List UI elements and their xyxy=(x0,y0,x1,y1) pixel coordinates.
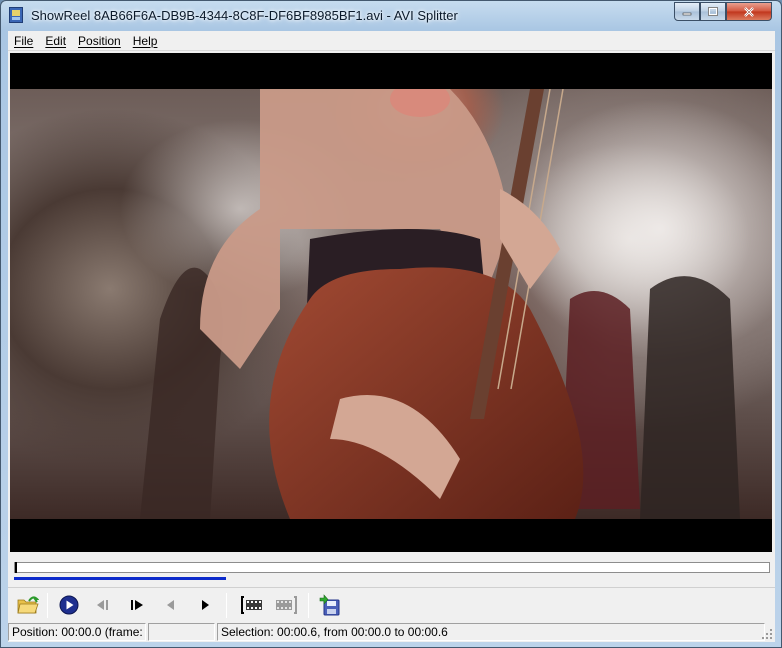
app-film-icon xyxy=(9,7,23,23)
mark-out-icon xyxy=(276,596,297,614)
previous-frame-icon xyxy=(97,600,108,610)
next-frame-button[interactable] xyxy=(125,593,149,617)
close-icon xyxy=(744,6,754,17)
window-title: ShowReel 8AB66F6A-DB9B-4344-8C8F-DF6BF89… xyxy=(31,8,458,23)
menu-bar: File Edit Position Help xyxy=(8,31,775,51)
toolbar xyxy=(12,590,772,620)
separator xyxy=(8,587,775,588)
toolbar-separator xyxy=(308,593,309,618)
save-selection-icon xyxy=(319,594,340,616)
app-window: ShowReel 8AB66F6A-DB9B-4344-8C8F-DF6BF89… xyxy=(0,0,782,648)
step-back-button[interactable] xyxy=(159,593,183,617)
minimize-icon xyxy=(682,12,692,15)
open-folder-icon xyxy=(17,596,39,614)
status-position: Position: 00:00.0 (frame: 0 xyxy=(8,623,146,641)
save-selection-button[interactable] xyxy=(318,593,342,617)
maximize-icon xyxy=(708,7,718,16)
menu-file[interactable]: File xyxy=(8,31,39,51)
step-back-icon xyxy=(167,600,174,610)
mark-in-icon xyxy=(241,596,262,614)
toolbar-separator xyxy=(226,593,227,618)
position-thumb[interactable] xyxy=(15,562,17,573)
menu-edit[interactable]: Edit xyxy=(39,31,72,51)
selection-range-bar xyxy=(14,577,226,580)
step-forward-button[interactable] xyxy=(193,593,217,617)
maximize-button[interactable] xyxy=(700,2,726,21)
title-bar[interactable]: ShowReel 8AB66F6A-DB9B-4344-8C8F-DF6BF89… xyxy=(1,1,781,31)
status-bar: Position: 00:00.0 (frame: 0 Selection: 0… xyxy=(8,622,775,642)
menu-help[interactable]: Help xyxy=(127,31,164,51)
video-display xyxy=(10,53,772,552)
client-area: Position: 00:00.0 (frame: 0 Selection: 0… xyxy=(8,51,775,642)
next-frame-icon xyxy=(131,600,143,610)
menu-position[interactable]: Position xyxy=(72,31,127,51)
status-middle xyxy=(148,623,215,641)
position-trackbar[interactable] xyxy=(14,562,770,573)
previous-frame-button[interactable] xyxy=(91,593,115,617)
play-button[interactable] xyxy=(57,593,81,617)
resize-grip-icon[interactable] xyxy=(761,628,773,640)
mark-in-button[interactable] xyxy=(240,593,264,617)
toolbar-separator xyxy=(47,593,48,618)
close-button[interactable] xyxy=(726,2,772,21)
mark-out-button[interactable] xyxy=(274,593,298,617)
play-icon xyxy=(59,595,79,615)
status-selection: Selection: 00:00.6, from 00:00.0 to 00:0… xyxy=(217,623,765,641)
step-forward-icon xyxy=(202,600,209,610)
video-scene xyxy=(120,89,772,519)
video-frame-image xyxy=(10,89,772,519)
minimize-button[interactable] xyxy=(674,2,700,21)
open-button[interactable] xyxy=(16,593,40,617)
